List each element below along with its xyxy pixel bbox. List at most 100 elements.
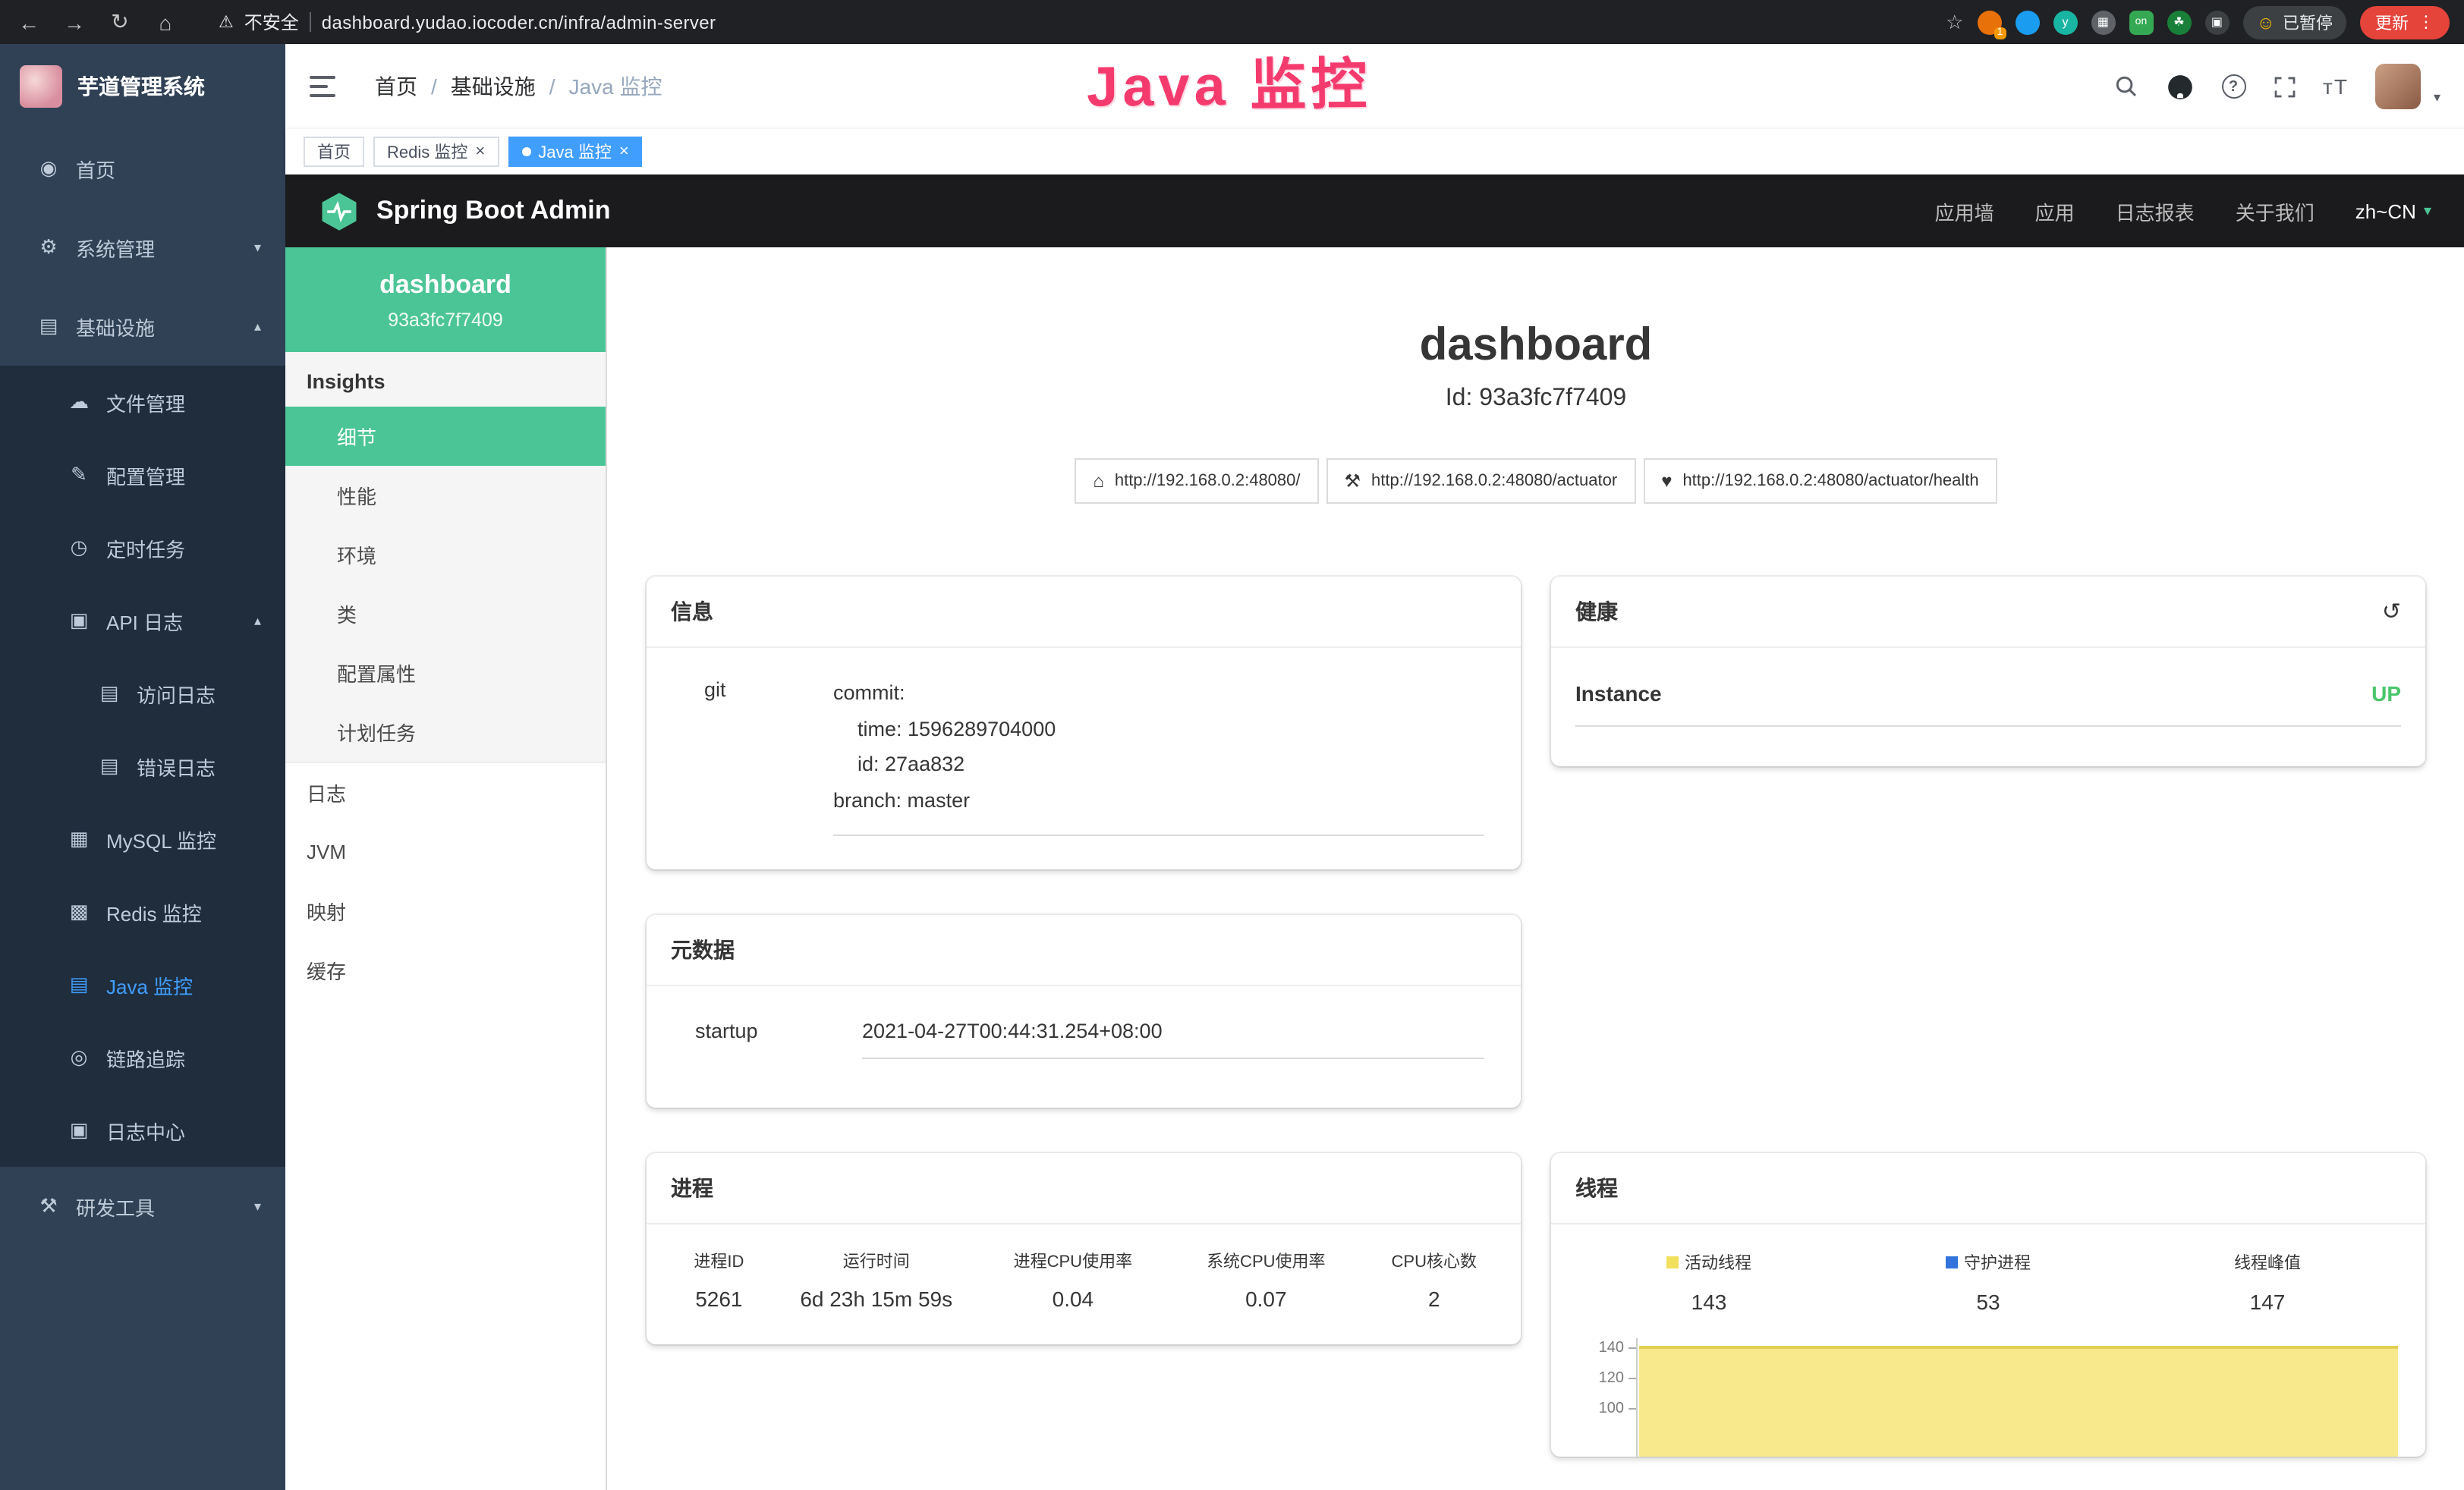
fullscreen-icon[interactable] (2273, 75, 2296, 98)
sidebar-item-trace[interactable]: ◎ 链路追踪 (0, 1021, 285, 1094)
sba-item-metrics[interactable]: 性能 (285, 466, 606, 525)
help-icon[interactable]: ? (2221, 74, 2245, 99)
back-icon[interactable]: ← (15, 10, 42, 34)
blocks-extension-icon[interactable]: ▦ (2091, 10, 2115, 34)
sba-main: dashboard Id: 93a3fc7f7409 ⌂ http://192.… (607, 247, 2464, 1490)
paused-label: 已暂停 (2283, 10, 2333, 34)
address-bar[interactable]: ⚠ 不安全 dashboard.yudao.iocoder.cn/infra/a… (219, 9, 716, 35)
card-title: 健康 (1575, 596, 1618, 627)
reload-icon[interactable]: ↻ (106, 9, 134, 35)
monitor-icon: ▤ (36, 314, 61, 338)
app-logo[interactable]: 芋道管理系统 (0, 44, 285, 129)
avatar-caret-icon[interactable]: ▾ (2434, 90, 2440, 106)
home-icon[interactable]: ⌂ (152, 10, 179, 34)
sidebar-item-log-center[interactable]: ▣ 日志中心 (0, 1094, 285, 1167)
link-url: http://192.168.0.2:48080/actuator (1371, 472, 1617, 490)
browser-menu-icon[interactable]: ⋮ (2418, 12, 2434, 32)
locale-selector[interactable]: zh~CN ▾ (2355, 200, 2431, 222)
breadcrumb-separator: / (549, 74, 555, 99)
sidebar-item-file-mgmt[interactable]: ☁ 文件管理 (0, 366, 285, 439)
github-icon[interactable] (2165, 72, 2194, 101)
sba-item-classes[interactable]: 类 (285, 584, 606, 643)
sba-nav-applications[interactable]: 应用 (2035, 196, 2075, 225)
tab-home[interactable]: 首页 (304, 137, 364, 167)
home-link[interactable]: ⌂ http://192.168.0.2:48080/ (1075, 458, 1318, 504)
health-link[interactable]: ♥ http://192.168.0.2:48080/actuator/heal… (1643, 458, 1997, 504)
health-card: 健康 ↺ Instance UP (1551, 577, 2425, 766)
switch-on-extension-icon[interactable]: on (2129, 10, 2153, 34)
sidebar-item-config-mgmt[interactable]: ✎ 配置管理 (0, 439, 285, 511)
close-tab-icon[interactable]: × (619, 143, 629, 160)
home-icon: ⌂ (1093, 470, 1104, 492)
leaf-extension-icon[interactable]: ☘ (2167, 10, 2191, 34)
bookmark-star-icon[interactable]: ☆ (1946, 10, 1963, 34)
sidebar-item-redis-monitor[interactable]: ▩ Redis 监控 (0, 875, 285, 948)
java-monitor-icon: ▤ (67, 973, 91, 997)
hamburger-icon[interactable] (310, 76, 335, 97)
font-size-icon[interactable]: тT (2323, 74, 2349, 99)
actuator-link[interactable]: ⚒ http://192.168.0.2:48080/actuator (1326, 458, 1636, 504)
close-tab-icon[interactable]: × (475, 143, 485, 160)
sba-item-details[interactable]: 细节 (285, 407, 606, 466)
sidebar-item-label: 系统管理 (76, 233, 155, 262)
history-icon[interactable]: ↺ (2382, 598, 2401, 625)
page-subtitle: Id: 93a3fc7f7409 (607, 385, 2464, 413)
metadata-value: 2021-04-27T00:44:31.254+08:00 (862, 1019, 1484, 1058)
instance-header[interactable]: dashboard 93a3fc7f7409 (285, 247, 606, 352)
breadcrumb-separator: / (431, 74, 437, 99)
sba-item-logs[interactable]: 日志 (285, 763, 606, 822)
update-label: 更新 (2375, 10, 2409, 34)
sba-item-config-props[interactable]: 配置属性 (285, 643, 606, 703)
profile-paused-badge[interactable]: ☺ 已暂停 (2242, 5, 2346, 39)
sidebar-item-mysql-monitor[interactable]: ▦ MySQL 监控 (0, 803, 285, 875)
active-tab-dot (521, 147, 530, 156)
process-col-header: CPU核心数 (1363, 1248, 1506, 1272)
edit-icon: ✎ (67, 463, 91, 487)
sba-item-jvm[interactable]: JVM (285, 822, 606, 882)
sba-header: Spring Boot Admin 应用墙 应用 日志报表 关于我们 zh~CN… (285, 174, 2464, 247)
sba-item-scheduled-tasks[interactable]: 计划任务 (285, 703, 606, 762)
forward-icon[interactable]: → (61, 10, 88, 34)
breadcrumb-item[interactable]: 首页 (375, 71, 417, 102)
sba-item-environment[interactable]: 环境 (285, 525, 606, 584)
update-button[interactable]: 更新 ⋮ (2360, 5, 2450, 39)
sba-nav-journal[interactable]: 日志报表 (2116, 196, 2195, 225)
drop-extension-icon[interactable] (2015, 10, 2039, 34)
app-title: 芋道管理系统 (77, 71, 205, 102)
sidebar-item-java-monitor[interactable]: ▤ Java 监控 (0, 948, 285, 1021)
y-tick-label: 140 (1599, 1339, 1624, 1356)
search-icon[interactable] (2113, 74, 2138, 99)
process-col-value: 0.07 (1169, 1286, 1362, 1310)
sidebar-item-scheduled-jobs[interactable]: ◷ 定时任务 (0, 511, 285, 584)
sidebar-item-access-logs[interactable]: ▤ 访问日志 (0, 657, 285, 730)
sidebar-item-dev-tools[interactable]: ⚒ 研发工具 ▾ (0, 1167, 285, 1246)
puzzle-extension-icon[interactable]: ▣ (2204, 10, 2229, 34)
tab-redis-monitor[interactable]: Redis 监控 × (373, 137, 499, 167)
y-extension-icon[interactable]: y (2053, 10, 2077, 34)
threads-card: 线程 活动线程 143 守护进程 (1551, 1152, 2425, 1456)
extension-glyph: ▣ (2211, 15, 2223, 29)
sba-nav-about[interactable]: 关于我们 (2236, 196, 2315, 225)
legend-value: 147 (2128, 1289, 2407, 1313)
sidebar-item-infrastructure[interactable]: ▤ 基础设施 ▴ (0, 287, 285, 366)
sba-brand-title[interactable]: Spring Boot Admin (376, 196, 611, 226)
sidebar-item-label: Java 监控 (106, 970, 193, 999)
sba-nav-wallboard[interactable]: 应用墙 (1935, 196, 1994, 225)
sba-item-mappings[interactable]: 映射 (285, 882, 606, 941)
sidebar-item-label: 错误日志 (137, 752, 216, 781)
sidebar-item-label: 日志中心 (106, 1116, 185, 1145)
user-avatar[interactable] (2376, 64, 2422, 109)
card-title: 信息 (671, 596, 713, 627)
sidebar-item-system-mgmt[interactable]: ⚙ 系统管理 ▾ (0, 208, 285, 287)
chevron-down-icon: ▾ (2424, 203, 2431, 219)
breadcrumb-item[interactable]: 基础设施 (451, 71, 536, 102)
sidebar-item-error-logs[interactable]: ▤ 错误日志 (0, 730, 285, 803)
security-warning-icon: ⚠ (219, 12, 234, 32)
process-col-value: 2 (1363, 1286, 1506, 1310)
sidebar-item-api-logs[interactable]: ▣ API 日志 ▴ (0, 584, 285, 657)
sidebar-item-home[interactable]: ◉ 首页 (0, 129, 285, 208)
chevron-up-icon: ▴ (254, 612, 261, 629)
tab-java-monitor[interactable]: Java 监控 × (508, 137, 642, 167)
sba-item-caches[interactable]: 缓存 (285, 941, 606, 1000)
fox-extension-icon[interactable]: 1 (1977, 10, 2001, 34)
